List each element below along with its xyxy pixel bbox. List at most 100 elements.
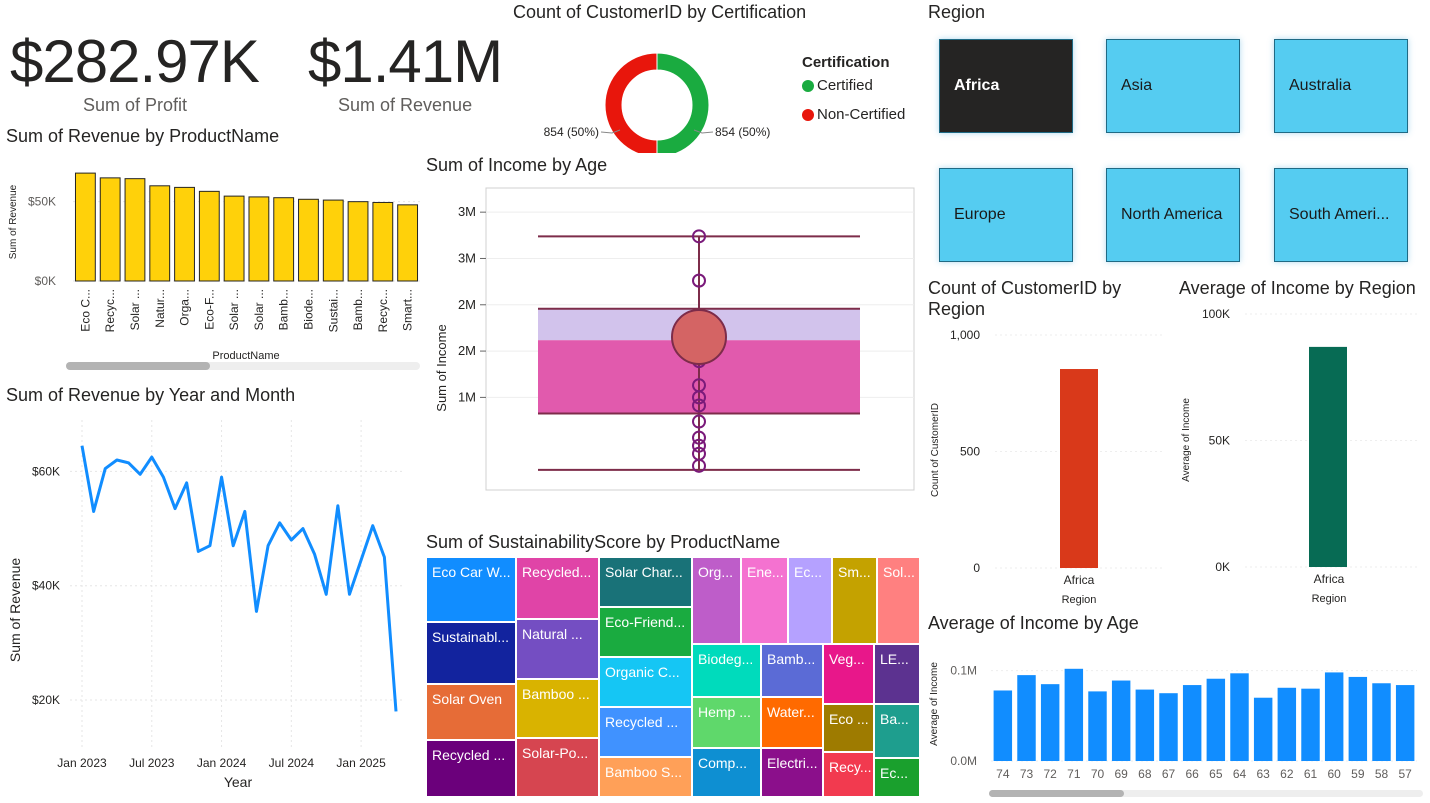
certification-donut-chart[interactable]: 854 (50%) 854 (50%) <box>520 28 800 153</box>
treemap-cell[interactable]: Sustainabl... <box>426 622 516 684</box>
bar <box>1230 673 1249 761</box>
bar <box>372 201 394 282</box>
treemap-cell[interactable]: Hemp ... <box>692 697 761 748</box>
bar <box>1040 684 1060 761</box>
bar <box>124 178 146 282</box>
certification-legend-title: Certification <box>802 54 890 71</box>
treemap-cell[interactable]: Ba... <box>874 704 920 758</box>
sustainability-treemap[interactable]: Eco Car W... Sustainabl... Solar Oven Recyc… <box>426 557 920 797</box>
treemap-cell[interactable]: Recy... <box>823 752 874 797</box>
y-tick-label: 3M <box>458 204 476 219</box>
x-tick-label: 74 <box>996 767 1010 781</box>
income-by-region-chart[interactable]: 0K 50K 100K Average of Income Africa Region <box>1175 305 1425 610</box>
revenue-by-product-chart[interactable]: $0K $50K Sum of Revenue Eco C... Recyc... Sol… <box>0 150 425 375</box>
x-tick-label: Africa <box>1064 573 1095 587</box>
y-tick-label: $0K <box>35 274 56 288</box>
y-axis-title: Count of CustomerID <box>930 403 941 497</box>
x-tick-label: Jan 2024 <box>197 756 247 770</box>
treemap-cell[interactable]: Ene... <box>741 557 788 644</box>
bar <box>1017 675 1036 761</box>
x-axis-title: Region <box>1312 593 1347 605</box>
revenue-by-month-chart[interactable]: $20K $40K $60K Jan 2023 Jul 2023 Jan 2024 Jul … <box>0 410 415 795</box>
treemap-cell[interactable]: Ec... <box>788 557 832 644</box>
y-tick-label: 0.1M <box>950 664 977 678</box>
treemap-cell[interactable]: Solar Char... <box>599 557 692 607</box>
x-tick-label: Recyc... <box>103 289 117 332</box>
treemap-cell[interactable]: Recycled... <box>516 557 599 619</box>
treemap-cell[interactable]: Bamboo ... <box>516 679 599 738</box>
legend-item-certified[interactable]: Certified <box>802 77 905 94</box>
treemap-cell[interactable]: Recycled ... <box>599 707 692 757</box>
legend-item-non-certified[interactable]: Non-Certified <box>802 106 905 123</box>
x-axis-title: Region <box>1062 594 1097 606</box>
treemap-cell[interactable]: Org... <box>692 557 741 644</box>
region-option-1[interactable]: Asia <box>1106 39 1240 133</box>
data-label: 854 (50%) <box>715 125 770 139</box>
bar <box>273 197 295 282</box>
treemap-cell[interactable]: Solar-Po... <box>516 738 599 797</box>
bar <box>1301 688 1320 761</box>
bar <box>1309 346 1347 567</box>
avg-income-by-age-chart[interactable]: 0.0M 0.1M Average of Income 74 73 72 71 70 69 68 6… <box>925 640 1425 800</box>
bar <box>1064 668 1084 761</box>
y-tick-label: 2M <box>458 343 476 358</box>
y-tick-label: $40K <box>32 579 60 593</box>
treemap-cell[interactable]: Natural ... <box>516 619 599 679</box>
y-tick-label: 0.0M <box>950 754 977 768</box>
treemap-cell[interactable]: Water... <box>761 697 823 748</box>
y-axis-title: Sum of Revenue <box>8 184 19 259</box>
region-option-2[interactable]: Australia <box>1274 39 1408 133</box>
bar <box>1159 693 1178 761</box>
treemap-cell[interactable]: Eco-Friend... <box>599 607 692 657</box>
x-tick-label: Jan 2023 <box>57 756 107 770</box>
treemap-cell[interactable]: Comp... <box>692 748 761 797</box>
x-tick-label: Jul 2024 <box>269 756 315 770</box>
x-tick-label: Bamb... <box>351 289 365 330</box>
income-by-age-boxplot[interactable]: 1M 2M 2M 3M 3M Sum of Income <box>426 180 918 510</box>
x-tick-label: Eco-F... <box>202 289 216 330</box>
x-tick-label: 63 <box>1256 767 1270 781</box>
bar <box>1395 685 1415 761</box>
y-tick-label: 500 <box>960 445 980 459</box>
region-option-4[interactable]: North America <box>1106 168 1240 262</box>
certification-legend: Certification Certified Non-Certified <box>802 54 905 123</box>
treemap-cell[interactable]: Ec... <box>874 758 920 797</box>
x-axis-title: ProductName <box>212 350 279 362</box>
treemap-cell[interactable]: Electri... <box>761 748 823 797</box>
avg-income-by-age-title: Average of Income by Age <box>928 613 1139 633</box>
treemap-cell[interactable]: Sol... <box>877 557 920 644</box>
treemap-cell[interactable]: Solar Oven <box>426 684 516 740</box>
x-tick-label: 60 <box>1327 767 1341 781</box>
count-by-region-chart[interactable]: 0 500 1,000 Count of CustomerID Africa Region <box>925 325 1170 610</box>
x-tick-label: 57 <box>1398 767 1412 781</box>
treemap-cell[interactable]: Bamb... <box>761 644 823 697</box>
profit-kpi-value: $282.97K <box>10 28 260 95</box>
treemap-cell[interactable]: Organic C... <box>599 657 692 707</box>
bar <box>397 204 419 282</box>
x-tick-label: Natur... <box>153 289 167 328</box>
region-option-3[interactable]: Europe <box>939 168 1073 262</box>
treemap-cell[interactable]: LE... <box>874 644 920 704</box>
treemap-cell[interactable]: Biodeg... <box>692 644 761 697</box>
x-tick-label: Jan 2025 <box>336 756 386 770</box>
x-tick-label: 69 <box>1114 767 1128 781</box>
treemap-cell[interactable]: Sm... <box>832 557 877 644</box>
revenue-by-product-title: Sum of Revenue by ProductName <box>6 126 280 146</box>
treemap-cell[interactable]: Eco Car W... <box>426 557 516 622</box>
donut-slice <box>656 52 710 153</box>
x-tick-label: 71 <box>1067 767 1081 781</box>
bar <box>322 199 344 282</box>
treemap-cell[interactable]: Eco ... <box>823 704 874 752</box>
treemap-cell[interactable]: Bamboo S... <box>599 757 692 797</box>
region-option-0[interactable]: Africa <box>939 39 1073 133</box>
treemap-cell[interactable]: Veg... <box>823 644 874 704</box>
x-tick-label: 70 <box>1091 767 1105 781</box>
treemap-cell[interactable]: Recycled ... <box>426 740 516 797</box>
x-tick-label: Recyc... <box>376 289 390 332</box>
revenue-by-month-title: Sum of Revenue by Year and Month <box>6 385 296 405</box>
x-tick-label: Africa <box>1314 572 1345 586</box>
region-option-5[interactable]: South Ameri... <box>1274 168 1408 262</box>
legend-label-non-certified: Non-Certified <box>817 106 906 123</box>
bar <box>174 186 195 282</box>
bar <box>248 196 270 282</box>
